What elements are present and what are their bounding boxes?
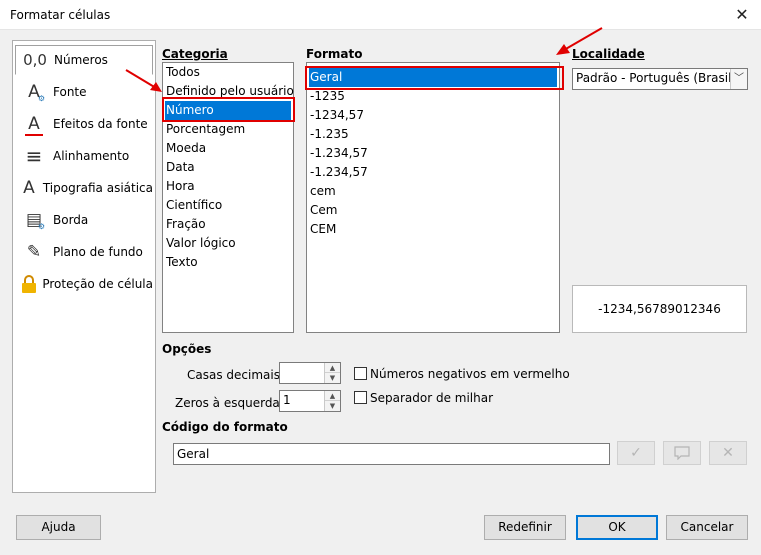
nav-item-alinhamento[interactable]: ≡ Alinhamento <box>15 141 153 171</box>
list-item[interactable]: Cem <box>309 201 337 220</box>
format-preview: -1234,56789012346 <box>572 285 747 333</box>
annotation-arrow-categoria <box>125 69 162 92</box>
annotation-highlight-box <box>305 66 564 90</box>
nav-item-label: Plano de fundo <box>53 245 143 259</box>
list-item[interactable]: -1234,57 <box>309 106 364 125</box>
nav-item-label: Alinhamento <box>53 149 130 163</box>
cancel-button[interactable]: Cancelar <box>666 515 748 540</box>
codigo-formato-input[interactable]: Geral <box>173 443 610 465</box>
annotation-arrow-formato <box>556 27 603 55</box>
categoria-heading: Categoria <box>162 47 228 61</box>
list-item[interactable]: Científico <box>165 196 222 215</box>
close-icon: ✕ <box>722 445 734 461</box>
localidade-value: Padrão - Português (Brasil) <box>576 71 737 85</box>
localidade-select[interactable]: Padrão - Português (Brasil) ﹀ <box>572 68 748 90</box>
zeros-esquerda-stepper[interactable]: 1 ▲ ▼ <box>279 390 341 412</box>
nav-item-tipografia-asiatica[interactable]: A Tipografia asiática <box>15 173 153 203</box>
negativos-vermelho-label: Números negativos em vermelho <box>370 367 570 381</box>
numbers-icon: 0,0 <box>23 51 47 69</box>
list-item[interactable]: -1.234,57 <box>309 144 368 163</box>
negativos-vermelho-checkbox[interactable] <box>354 367 367 380</box>
edit-comment-button[interactable] <box>663 441 701 465</box>
zeros-esquerda-value: 1 <box>283 393 291 407</box>
list-item[interactable]: Valor lógico <box>165 234 236 253</box>
casas-decimais-label: Casas decimais: <box>187 368 285 382</box>
list-item[interactable]: Texto <box>165 253 198 272</box>
alignment-icon: ≡ <box>25 144 43 168</box>
codigo-formato-heading: Código do formato <box>162 420 288 434</box>
nav-item-label: Borda <box>53 213 89 227</box>
list-item[interactable]: cem <box>309 182 336 201</box>
title-bar: Formatar células ✕ <box>0 0 761 30</box>
comment-icon <box>674 446 690 460</box>
nav-item-label: Efeitos da fonte <box>53 117 148 131</box>
help-button[interactable]: Ajuda <box>16 515 101 540</box>
cell-protection-icon <box>19 272 38 296</box>
add-format-button[interactable]: ✓ <box>617 441 655 465</box>
formato-heading: Formato <box>306 47 363 61</box>
spin-down-icon[interactable]: ▼ <box>325 373 340 383</box>
separador-milhar-label: Separador de milhar <box>370 391 494 405</box>
nav-item-label: Proteção de célula <box>42 277 153 291</box>
list-item[interactable]: Moeda <box>165 139 206 158</box>
list-item[interactable]: -1.234,57 <box>309 163 368 182</box>
separador-milhar-checkbox[interactable] <box>354 391 367 404</box>
close-icon[interactable]: ✕ <box>731 4 753 26</box>
zeros-esquerda-label: Zeros à esquerda: <box>175 396 284 410</box>
formato-list[interactable]: Geral -1235 -1234,57 -1.235 -1.234,57 -1… <box>306 62 560 333</box>
codigo-formato-value: Geral <box>177 447 210 461</box>
nav-item-efeitos-da-fonte[interactable]: A Efeitos da fonte <box>15 109 153 139</box>
spin-up-icon[interactable]: ▲ <box>325 363 340 373</box>
nav-item-label: Números <box>54 53 108 67</box>
chevron-down-icon[interactable]: ﹀ <box>730 69 747 89</box>
casas-decimais-stepper[interactable]: ▲ ▼ <box>279 362 341 384</box>
nav-item-label: Tipografia asiática <box>42 181 153 195</box>
spin-down-icon[interactable]: ▼ <box>325 401 340 411</box>
list-item[interactable]: Hora <box>165 177 195 196</box>
reset-button[interactable]: Redefinir <box>484 515 566 540</box>
background-icon: ✎ <box>26 242 42 262</box>
nav-item-label: Fonte <box>53 85 87 99</box>
list-item[interactable]: Data <box>165 158 195 177</box>
window-title: Formatar células <box>10 8 111 22</box>
spin-up-icon[interactable]: ▲ <box>325 391 340 401</box>
nav-item-plano-de-fundo[interactable]: ✎ Plano de fundo <box>15 237 153 267</box>
borders-icon: ▤ ⚙ <box>25 210 45 231</box>
opcoes-heading: Opções <box>162 342 212 356</box>
asian-typography-icon: A <box>23 178 35 198</box>
check-icon: ✓ <box>630 445 642 461</box>
category-nav: 0,0 Números A ⚙ Fonte A Efeitos da fonte … <box>12 40 156 493</box>
font-effects-icon: A <box>19 112 49 136</box>
nav-item-protecao-de-celula[interactable]: Proteção de célula <box>15 269 153 299</box>
ok-button[interactable]: OK <box>576 515 658 540</box>
font-icon: A ⚙ <box>28 82 45 103</box>
list-item[interactable]: CEM <box>309 220 336 239</box>
annotation-highlight-box <box>162 97 295 122</box>
list-item[interactable]: Todos <box>165 63 200 82</box>
list-item[interactable]: -1.235 <box>309 125 349 144</box>
list-item[interactable]: Porcentagem <box>165 120 245 139</box>
list-item[interactable]: Fração <box>165 215 206 234</box>
delete-format-button[interactable]: ✕ <box>709 441 747 465</box>
nav-item-borda[interactable]: ▤ ⚙ Borda <box>15 205 153 235</box>
